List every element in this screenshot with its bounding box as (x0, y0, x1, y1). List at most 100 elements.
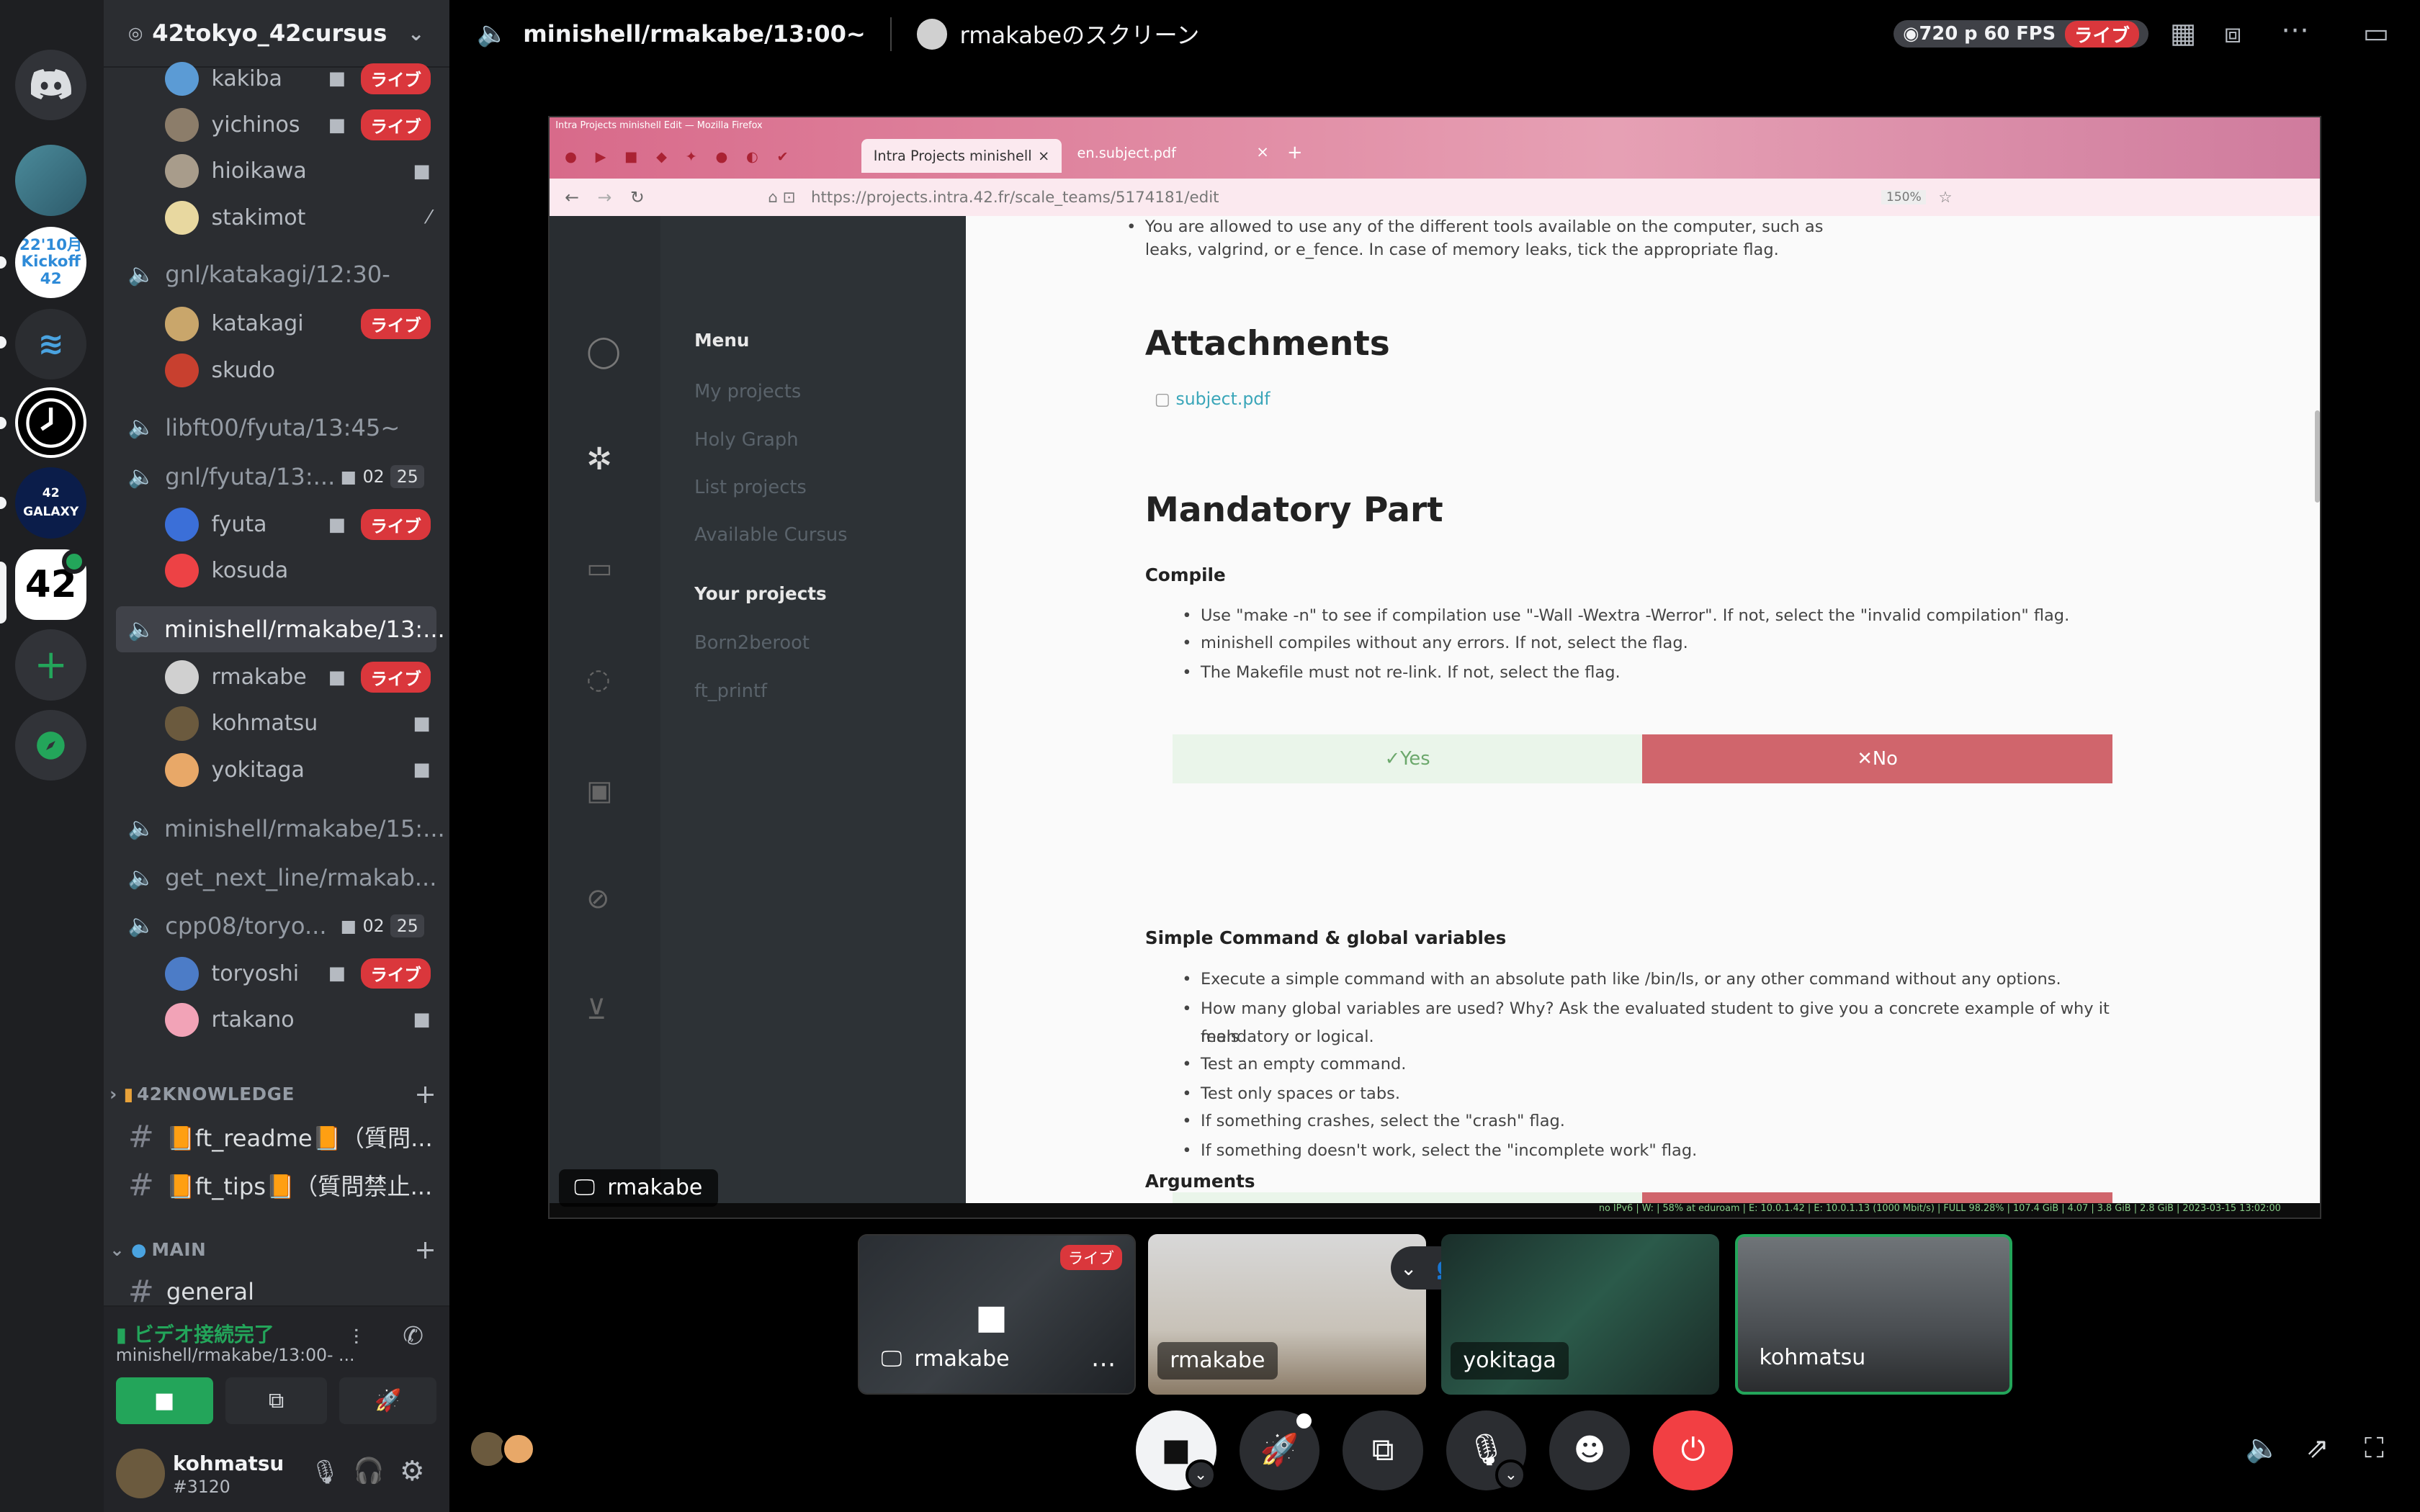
project-item[interactable]: ft_printf (694, 680, 767, 702)
volume-icon[interactable]: 🔈 (2246, 1432, 2280, 1464)
screen-share-button[interactable]: ⧉ (225, 1377, 328, 1424)
voice-channel-cpp[interactable]: 🔈 cpp08/toryo... ■ 02 25 (116, 903, 437, 949)
screen-share-button[interactable]: ⧉ (1343, 1410, 1423, 1490)
avatar[interactable] (470, 1431, 505, 1466)
text-channel-ft-readme[interactable]: # 📙ft_readme📙（質問... (116, 1114, 437, 1160)
menu-item[interactable]: List projects (694, 477, 807, 498)
inbox-icon[interactable]: ⧈ (2224, 17, 2242, 50)
participant-tile-camera[interactable]: yokitaga (1441, 1234, 1720, 1395)
back-icon[interactable]: ← (565, 187, 579, 207)
voice-channel-katakagi[interactable]: 🔈 gnl/katakagi/12:30- (116, 251, 437, 297)
clock-server-icon[interactable] (15, 387, 86, 459)
profile-icon[interactable]: ◯ (586, 333, 621, 369)
yes-button[interactable]: ✓ Yes (1173, 734, 1642, 784)
headphones-icon[interactable]: 🎧 (354, 1457, 385, 1485)
voice-user[interactable]: yichinos ■ ライブ (165, 102, 436, 148)
voice-user[interactable]: katakagi ライブ (165, 301, 436, 347)
voice-user[interactable]: hioikawa ■ (165, 148, 436, 194)
voice-user[interactable]: rmakabe ■ ライブ (165, 654, 436, 701)
participant-tile-stream[interactable]: ライブ ■ 🖵 rmakabe ⋯ (858, 1234, 1137, 1395)
shared-screen[interactable]: Intra Projects minishell Edit — Mozilla … (547, 115, 2321, 1219)
voice-user[interactable]: kohmatsu ■ (165, 701, 436, 747)
address-bar[interactable]: ← → ↻ ⌂ ⊡ https://projects.intra.42.fr/s… (549, 179, 2320, 216)
grid-view-icon[interactable]: ▦ (2170, 17, 2196, 50)
voice-user[interactable]: kosuda (165, 548, 436, 594)
avatar[interactable] (501, 1431, 536, 1466)
url-text[interactable]: https://projects.intra.42.fr/scale_teams… (811, 189, 1219, 207)
holy-graph-icon[interactable]: ✲ (586, 441, 612, 477)
bookmark-icon[interactable]: ☆ (1938, 189, 1952, 207)
voice-channel-libft[interactable]: 🔈 libft00/fyuta/13:45~ (116, 404, 437, 450)
more-icon[interactable]: ⋯ (1091, 1350, 1116, 1379)
no-button[interactable]: ✕ No (1641, 734, 2113, 784)
voice-user[interactable]: rtakano ■ (165, 996, 436, 1043)
chevron-down-icon[interactable]: ⌄ (1495, 1459, 1527, 1490)
emoji-button[interactable]: ☻ (1549, 1410, 1630, 1490)
voice-user[interactable]: toryoshi ■ ライブ (165, 950, 436, 996)
tab-intra[interactable]: Intra Projects minishell × (861, 138, 1062, 173)
category-42knowledge[interactable]: › ▮ 42KNOWLEDGE + (109, 1079, 436, 1110)
chevron-down-icon[interactable]: ⌄ (1185, 1459, 1216, 1490)
connection-status[interactable]: ▮ ビデオ接続完了 (116, 1319, 274, 1348)
zoom-level[interactable]: 150% (1881, 190, 1927, 205)
voice-channel-minishell[interactable]: 🔈 minishell/rmakabe/13:... (115, 606, 445, 653)
scrollbar[interactable] (2315, 410, 2320, 503)
disconnect-button[interactable]: ⏻ (1653, 1410, 1734, 1490)
voice-channel-gnl-2[interactable]: 🔈 get_next_line/rmakab... (116, 855, 437, 901)
noise-suppression-icon[interactable]: ⫶ (354, 1326, 359, 1351)
chat-icon[interactable]: ▭ (2363, 17, 2389, 50)
voice-channel-gnl-fyuta[interactable]: 🔈 gnl/fyuta/13:... ■ 02 25 (116, 454, 437, 500)
voice-user[interactable]: kakiba ■ ライブ (165, 55, 436, 102)
fullscreen-icon[interactable]: ⛶ (2365, 1432, 2384, 1464)
add-channel-icon[interactable]: + (414, 1234, 436, 1265)
add-server-icon[interactable]: + (15, 629, 86, 701)
discord-home-icon[interactable] (15, 49, 86, 121)
video-icon[interactable]: ▭ (586, 552, 612, 585)
voice-user[interactable]: skudo (165, 347, 436, 393)
close-icon[interactable]: × (1256, 143, 1269, 161)
live-badge: ライブ (361, 958, 431, 989)
participant-tile-camera[interactable]: rmakabe (1148, 1234, 1426, 1395)
cart-icon[interactable]: ⊻ (586, 994, 606, 1026)
add-channel-icon[interactable]: + (414, 1079, 436, 1110)
chevron-down-icon[interactable]: ⌄ (408, 22, 424, 45)
participant-tile-camera[interactable]: kohmatsu (1734, 1234, 2013, 1395)
reload-icon[interactable]: ↻ (630, 187, 645, 207)
kickoff-server-icon[interactable]: 22'10月 Kickoff 42 (15, 227, 86, 298)
voice-channel-name: gnl/katakagi/12:30- (165, 261, 390, 289)
forum-icon[interactable]: ◌ (586, 663, 611, 696)
menu-item[interactable]: Available Cursus (694, 524, 847, 546)
popout-icon[interactable]: ⇗ (2305, 1432, 2329, 1464)
menu-item[interactable]: My projects (694, 381, 801, 402)
connected-channel[interactable]: minishell/rmakabe/13:00- ... (116, 1345, 355, 1365)
compass-icon[interactable]: ⊘ (586, 883, 609, 915)
attachment-link[interactable]: ▢ subject.pdf (1155, 389, 1270, 409)
new-tab-icon[interactable]: + (1287, 142, 1303, 163)
more-icon[interactable]: ⋯ (2281, 14, 2309, 46)
voice-channel-minishell-2[interactable]: 🔈 minishell/rmakabe/15:... (116, 806, 445, 852)
close-icon[interactable]: × (1038, 148, 1049, 164)
disconnect-icon[interactable]: ✆ (403, 1322, 424, 1351)
camera-toggle-button[interactable]: ■ (115, 1377, 213, 1424)
explore-icon[interactable] (15, 709, 86, 781)
voice-user[interactable]: yokitaga ■ (165, 747, 436, 793)
avatar[interactable] (115, 1449, 166, 1498)
galaxy-server-icon[interactable]: 42 GALAXY (15, 467, 86, 539)
checklist-item: Use "make -n" to see if compilation use … (1182, 602, 2127, 630)
microphone-icon[interactable]: 🎙 (310, 1458, 340, 1485)
galaxy-label: 42 GALAXY (23, 485, 79, 519)
category-main[interactable]: ⌄ ● MAIN + (109, 1234, 436, 1265)
text-channel-ft-tips[interactable]: # 📙ft_tips📙（質問禁止... (116, 1162, 437, 1208)
menu-item[interactable]: Holy Graph (694, 429, 798, 451)
project-item[interactable]: Born2beroot (694, 632, 810, 654)
tab-subject[interactable]: en.subject.pdf (1077, 145, 1176, 161)
gear-icon[interactable]: ⚙ (400, 1455, 425, 1488)
pinned-tabs[interactable]: ● ▶ ■ ◆ ✦ ● ◐ ✔ (565, 148, 789, 165)
voice-user[interactable]: fyuta ■ ライブ (165, 501, 436, 547)
wave-server-icon[interactable]: ≋ (15, 308, 86, 380)
voice-user[interactable]: stakimot ⁄ (165, 194, 436, 240)
intro-text: leaks, valgrind, or e_fence. In case of … (1144, 240, 1779, 260)
activity-button[interactable]: 🚀 (339, 1377, 437, 1424)
server-icon-1[interactable] (15, 145, 86, 216)
briefcase-icon[interactable]: ▣ (586, 775, 612, 807)
